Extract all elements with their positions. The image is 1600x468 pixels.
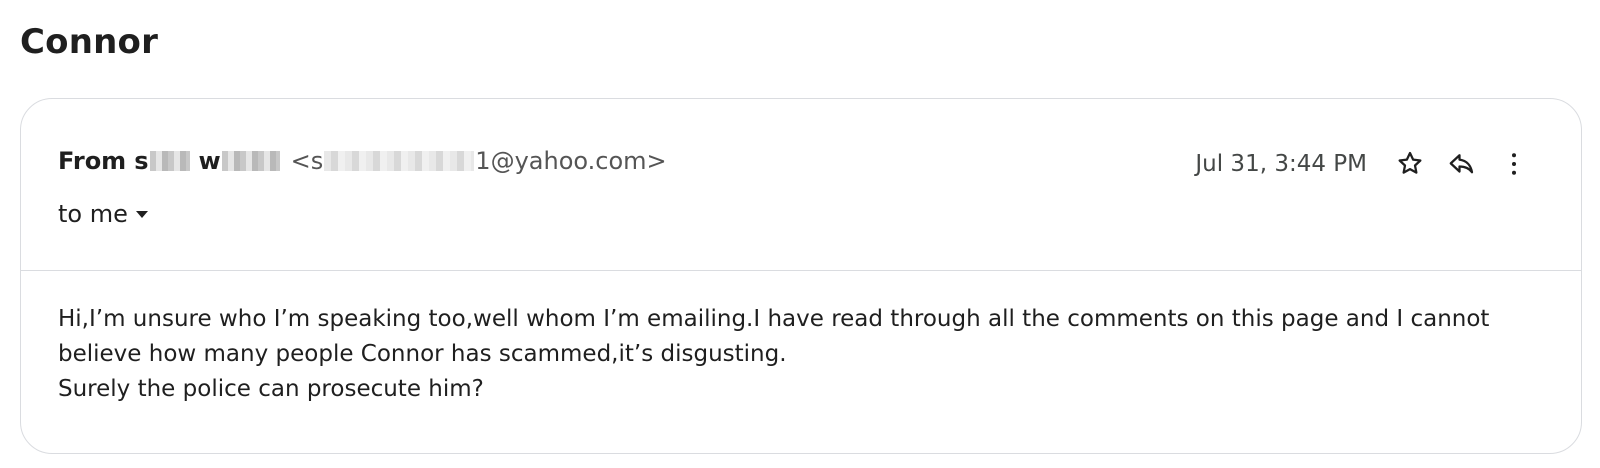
body-line: Hi,I’m unsure who I’m speaking too,well …: [58, 306, 1490, 332]
more-options-button[interactable]: [1493, 143, 1535, 185]
email-page: Connor From s w <s 1@yahoo.com> to me Ju…: [0, 0, 1600, 468]
sender-name-initial: w: [198, 147, 221, 175]
email-meta: Jul 31, 3:44 PM: [1195, 143, 1535, 185]
page-title: Connor: [20, 22, 159, 62]
sender-email-suffix: 1@yahoo.com>: [475, 147, 667, 175]
from-line: From s w <s 1@yahoo.com>: [58, 147, 667, 175]
sender-name-initial: s: [134, 147, 149, 175]
from-label: From: [58, 147, 127, 175]
redacted-block: [149, 151, 190, 171]
redacted-block: [324, 151, 475, 171]
email-body: Hi,I’m unsure who I’m speaking too,well …: [58, 302, 1538, 407]
email-card: From s w <s 1@yahoo.com> to me Jul 31, 3…: [20, 98, 1582, 454]
redacted-block: [221, 151, 280, 171]
more-vert-icon: [1499, 149, 1529, 179]
recipient-label: to me: [58, 200, 128, 228]
star-button[interactable]: [1389, 143, 1431, 185]
email-header: From s w <s 1@yahoo.com> to me Jul 31, 3…: [21, 99, 1581, 271]
sender-email-prefix: <s: [290, 147, 324, 175]
body-line: Surely the police can prosecute him?: [58, 376, 484, 402]
sender-email[interactable]: <s 1@yahoo.com>: [291, 147, 667, 175]
recipient-dropdown[interactable]: to me: [58, 200, 148, 228]
email-date: Jul 31, 3:44 PM: [1195, 151, 1367, 177]
sender-name[interactable]: s w: [134, 147, 280, 175]
star-icon: [1395, 149, 1425, 179]
reply-button[interactable]: [1441, 143, 1483, 185]
body-line: believe how many people Connor has scamm…: [58, 341, 787, 367]
caret-down-icon: [135, 210, 148, 218]
reply-icon: [1447, 149, 1477, 179]
